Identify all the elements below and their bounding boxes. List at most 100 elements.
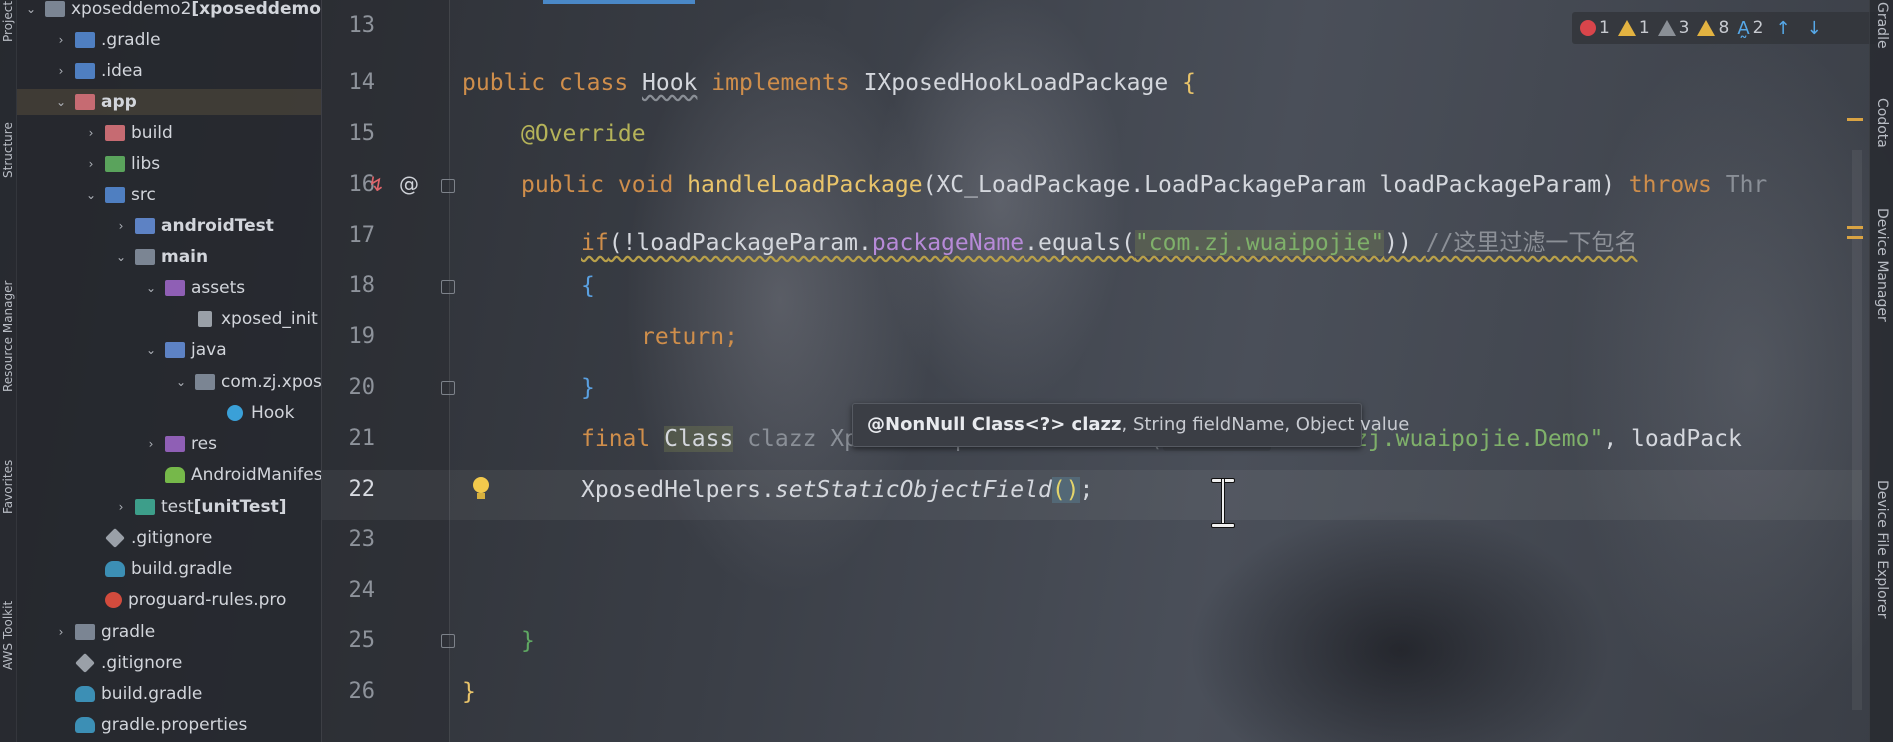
chevron-right-icon[interactable]: › [143,431,159,457]
tree-item[interactable]: xposed_init [17,306,318,332]
warning-count-2[interactable]: 8 [1697,18,1729,38]
folder-red-icon [105,125,125,141]
code-line-14[interactable]: public class Hook implements IXposedHook… [462,70,1196,96]
code-line-16[interactable]: public void handleLoadPackage(XC_LoadPac… [521,172,1767,198]
tree-item[interactable]: gradle.properties [17,712,247,738]
tree-item[interactable]: .gitignore [17,650,182,676]
warning-stripe-marker[interactable] [1847,118,1863,121]
chevron-right-icon[interactable]: › [83,120,99,146]
fold-marker[interactable] [441,179,455,193]
line-number[interactable]: 17 [335,223,376,248]
tree-item[interactable]: ⌄ assets [17,275,245,301]
project-tool-tab[interactable]: Project [1,1,16,42]
chevron-down-icon[interactable]: ⌄ [143,337,159,363]
inspection-widget[interactable]: 1 1 3 8 A̰ 2 ↑ ↓ [1572,12,1877,44]
tree-item[interactable]: › build [17,120,173,146]
device-manager-tool-tab[interactable]: Device Manager [1872,208,1890,368]
tree-item-label: app [101,92,137,112]
code-line-15[interactable]: @Override [521,121,646,147]
tree-item[interactable]: AndroidManifest.xml [17,462,321,488]
tree-item[interactable]: › .idea [17,58,143,84]
code-line-20[interactable]: } [581,375,595,401]
code-line-18[interactable]: { [581,273,595,299]
chevron-down-icon[interactable]: ⌄ [173,369,189,395]
chevron-down-icon[interactable]: ⌄ [23,0,39,22]
line-number[interactable]: 22 [335,477,376,502]
fold-marker[interactable] [441,381,455,395]
tree-item[interactable]: ⌄ com.zj.xposeddemo2 [17,369,322,395]
line-number[interactable]: 14 [335,70,376,95]
tree-item[interactable]: › test [unitTest] [17,494,287,520]
tree-item[interactable]: ⌄ xposeddemo2 [xposeddemo2] [17,0,321,22]
tree-item[interactable]: ⌄ src [17,182,156,208]
line-number[interactable]: 13 [335,13,376,38]
folder-icon [135,249,155,265]
previous-highlight-arrow-icon[interactable]: ↑ [1771,18,1794,39]
chevron-right-icon[interactable]: › [113,494,129,520]
chevron-down-icon[interactable]: ⌄ [143,275,159,301]
tree-item-label: build.gradle [101,684,203,704]
chevron-down-icon[interactable]: ⌄ [113,244,129,270]
code-line-22[interactable]: XposedHelpers.setStaticObjectField(); [581,477,1093,503]
tree-item[interactable]: › gradle [17,619,156,645]
editor-scrollbar[interactable] [1852,150,1862,710]
warning-stripe-marker[interactable] [1847,226,1863,229]
line-number[interactable]: 18 [335,273,376,298]
chevron-right-icon[interactable]: › [53,619,69,645]
lightbulb-icon[interactable] [470,477,492,503]
codota-tool-tab[interactable]: Codota [1872,98,1890,168]
chevron-down-icon[interactable]: ⌄ [83,182,99,208]
error-count[interactable]: 1 [1580,18,1610,38]
next-highlight-arrow-icon[interactable]: ↓ [1803,18,1826,39]
chevron-right-icon[interactable]: › [113,213,129,239]
line-number[interactable]: 25 [335,628,376,653]
code-line-17[interactable]: if(!loadPackageParam.packageName.equals(… [581,223,1637,257]
tree-item[interactable]: build.gradle [17,556,232,582]
override-annotation-icon[interactable]: @ [399,172,419,196]
gradle-tool-tab[interactable]: Gradle [1872,2,1890,62]
tree-item[interactable]: › libs [17,151,161,177]
tree-item[interactable]: .gitignore [17,525,212,551]
line-number[interactable]: 26 [335,679,376,704]
code-line-19[interactable]: return; [641,324,738,350]
gradle-icon [75,717,95,733]
code-line-25[interactable]: } [521,628,535,654]
code-line-26[interactable]: } [462,679,476,705]
tree-item[interactable]: › .gradle [17,27,161,53]
line-number[interactable]: 19 [335,324,376,349]
favorites-tool-tab[interactable]: Favorites [1,434,16,514]
line-number[interactable]: 15 [335,121,376,146]
fold-marker[interactable] [441,280,455,294]
chevron-right-icon[interactable]: › [53,27,69,53]
tree-item[interactable]: build.gradle [17,681,202,707]
resource-manager-tool-tab[interactable]: Resource Manager [1,222,16,392]
weak-warning-count[interactable]: 3 [1657,18,1689,38]
pro-icon [105,592,122,608]
typo-count[interactable]: A̰ 2 [1737,18,1763,39]
chevron-right-icon[interactable]: › [53,58,69,84]
line-number[interactable]: 21 [335,426,376,451]
warning-count[interactable]: 1 [1617,18,1650,38]
aws-toolkit-tool-tab[interactable]: AWS Toolkit [1,560,16,670]
tree-item[interactable]: Hook [17,400,294,426]
tree-item[interactable]: › androidTest [17,213,274,239]
chevron-down-icon[interactable]: ⌄ [53,89,69,115]
warning-stripe-marker[interactable] [1847,236,1863,239]
chevron-right-icon[interactable]: › [83,151,99,177]
line-number[interactable]: 24 [335,578,376,603]
line-number[interactable]: 20 [335,375,376,400]
tree-item[interactable]: ⌄ main [17,244,208,270]
class-icon [227,405,243,421]
structure-tool-tab[interactable]: Structure [1,88,16,178]
tree-item[interactable]: ⌄ java [17,337,227,363]
folder-icon [75,624,95,640]
tree-item[interactable]: › res [17,431,217,457]
implement-method-icon[interactable]: ↯ [368,172,385,196]
tree-item[interactable]: proguard-rules.pro [17,587,286,613]
tree-item-label: com.zj.xposeddemo2 [221,372,322,392]
device-file-explorer-tool-tab[interactable]: Device File Explorer [1872,480,1890,700]
line-number[interactable]: 23 [335,527,376,552]
file-icon [198,311,212,327]
tree-item[interactable]: ⌄ app [17,89,321,115]
fold-marker[interactable] [441,634,455,648]
